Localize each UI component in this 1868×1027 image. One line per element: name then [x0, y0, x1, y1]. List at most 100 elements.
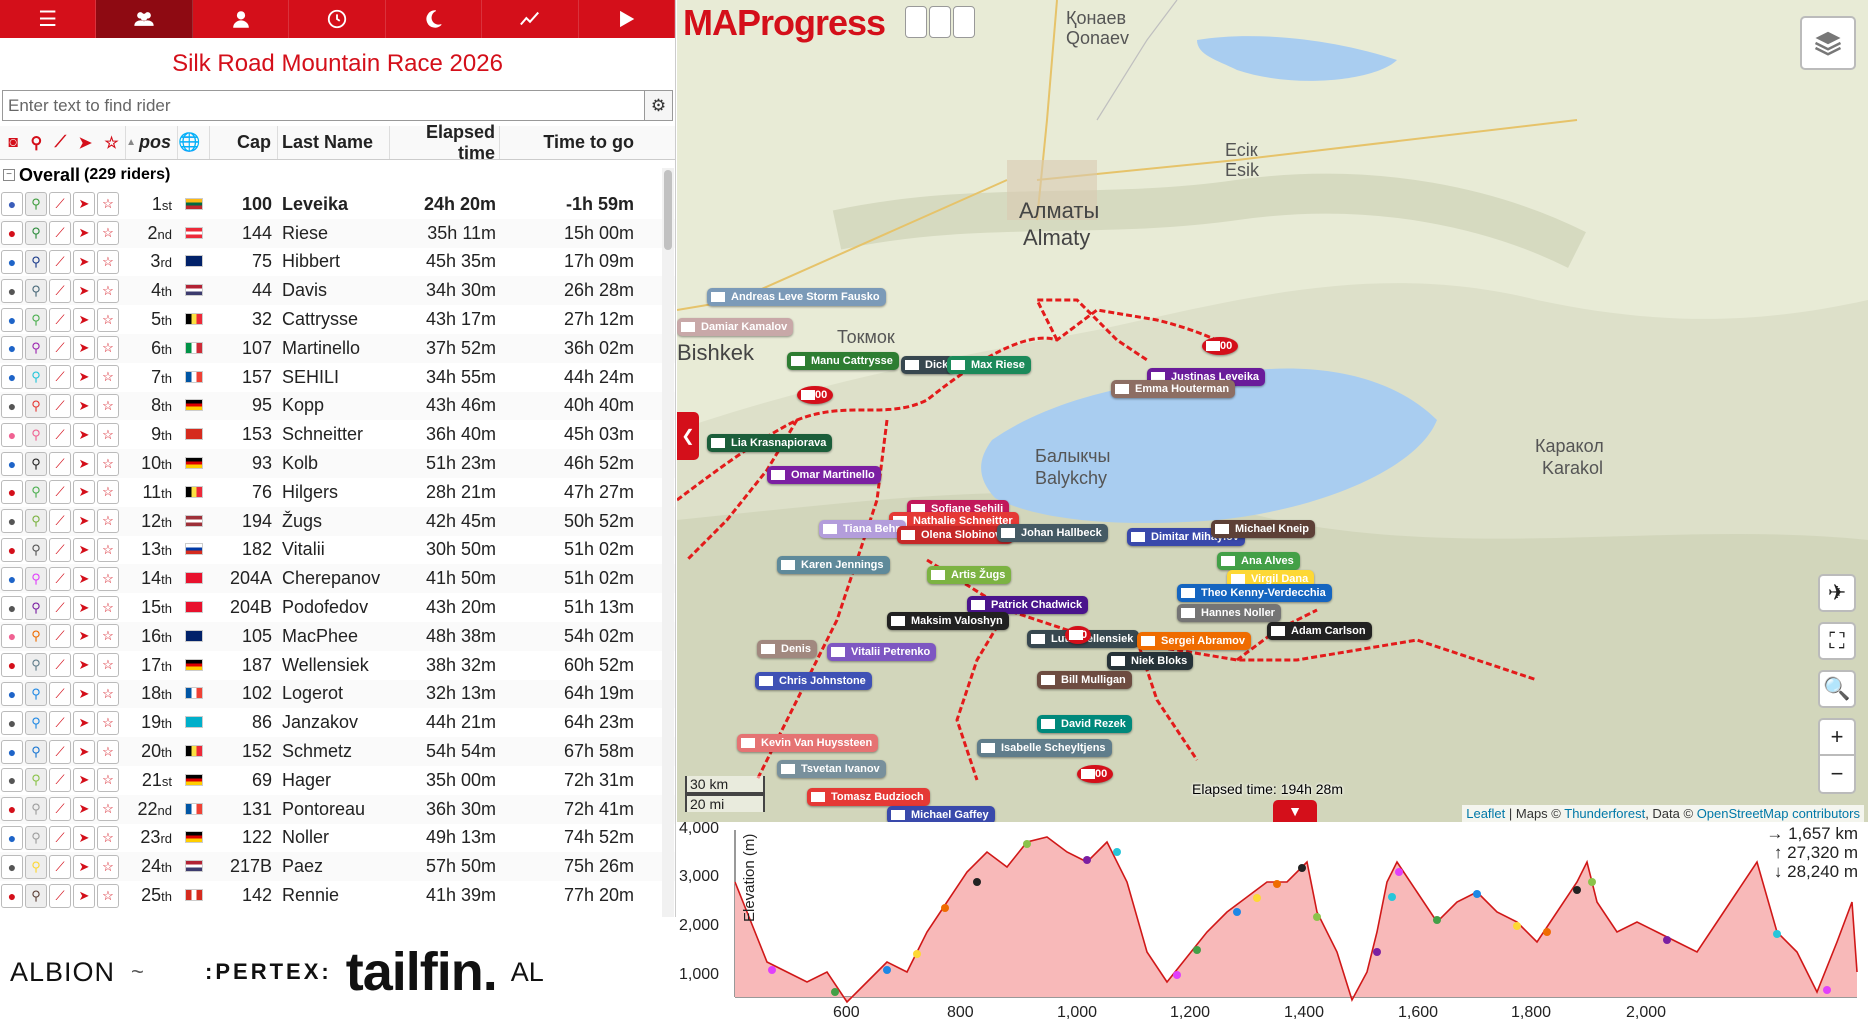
rider-row[interactable]: ● ⚲ ⟋ ➤ ☆ 18th 102 Logerot 32h 13m 64h 1… [0, 679, 675, 709]
rider-elevation-dot[interactable] [941, 904, 949, 912]
sponsor-albion[interactable]: ALBION [10, 957, 115, 988]
map-pin-icon[interactable]: ⚲ [25, 336, 47, 361]
elevation-profile[interactable]: 4,000 3,000 2,000 1,000 Elevation (m) 60… [677, 820, 1868, 1027]
elevation-chart-icon[interactable]: ⟋ [49, 451, 71, 476]
rider-elevation-dot[interactable] [1253, 894, 1261, 902]
favorite-star-icon[interactable]: ☆ [97, 710, 119, 735]
rider-row[interactable]: ● ⚲ ⟋ ➤ ☆ 7th 157 SEHILI 34h 55m 44h 24m [0, 363, 675, 392]
rider-last-name[interactable]: SEHILI [278, 367, 390, 388]
rider-map-tag[interactable]: Karen Jennings [777, 556, 890, 574]
map-pin-icon[interactable]: ⚲ [25, 797, 47, 822]
elevation-chart-icon[interactable]: ⟋ [49, 883, 71, 908]
map-pin-icon[interactable]: ⚲ [25, 595, 47, 620]
elevation-chart-icon[interactable]: ⟋ [49, 566, 71, 591]
locate-arrow-icon[interactable]: ➤ [73, 249, 95, 274]
rider-last-name[interactable]: Cattrysse [278, 309, 390, 330]
sponsor-route-logo[interactable]: ~ [131, 959, 201, 985]
rider-row[interactable]: ● ⚲ ⟋ ➤ ☆ 2nd 144 Riese 35h 11m 15h 00m [0, 218, 675, 248]
locate-arrow-icon[interactable]: ➤ [73, 537, 95, 562]
favorite-star-icon[interactable]: ☆ [97, 768, 119, 793]
map-pin-icon[interactable]: ⚲ [25, 883, 47, 908]
locate-arrow-icon[interactable]: ➤ [73, 595, 95, 620]
map-pin-icon[interactable]: ⚲ [25, 480, 47, 505]
elevation-chart-icon[interactable]: ⟋ [49, 509, 71, 534]
rider-elevation-dot[interactable] [1513, 922, 1521, 930]
elevation-chart-icon[interactable]: ⟋ [49, 221, 71, 246]
rider-type-icon[interactable]: ● [1, 192, 23, 217]
favorite-star-icon[interactable]: ☆ [97, 393, 119, 418]
locate-arrow-icon[interactable]: ➤ [73, 825, 95, 850]
elevation-chart-icon[interactable]: ⟋ [49, 422, 71, 447]
maprogress-logo[interactable]: MAProgress [683, 2, 886, 44]
star-icon[interactable]: ☆ [104, 133, 118, 153]
map-pin-icon[interactable]: ⚲ [25, 451, 47, 476]
locate-arrow-icon[interactable]: ➤ [73, 509, 95, 534]
favorite-star-icon[interactable]: ☆ [97, 509, 119, 534]
elevation-chart-icon[interactable]: ⟋ [49, 278, 71, 303]
map-pin-icon[interactable]: ⚲ [25, 825, 47, 850]
zoom-search-icon[interactable]: 🔍 [1818, 670, 1856, 708]
elevation-chart-icon[interactable]: ⟋ [49, 624, 71, 649]
rider-type-icon[interactable]: ● [1, 509, 23, 534]
rider-elevation-dot[interactable] [883, 966, 891, 974]
rider-elevation-dot[interactable] [1388, 893, 1396, 901]
zoom-in-button[interactable]: + [1818, 718, 1856, 756]
locate-arrow-icon[interactable]: ➤ [73, 451, 95, 476]
rider-elevation-dot[interactable] [1298, 864, 1306, 872]
rider-type-icon[interactable]: ● [1, 480, 23, 505]
header-elapsed[interactable]: Elapsed time [390, 122, 500, 163]
rider-last-name[interactable]: Paez [278, 856, 390, 877]
collapse-icon[interactable]: − [3, 169, 15, 181]
locate-arrow-icon[interactable]: ➤ [73, 480, 95, 505]
locate-arrow-icon[interactable]: ➤ [73, 307, 95, 332]
overall-group-header[interactable]: − Overall (229 riders) [0, 160, 675, 190]
rider-elevation-dot[interactable] [768, 966, 776, 974]
rider-last-name[interactable]: Rennie [278, 885, 390, 906]
map-pin-icon[interactable]: ⚲ [25, 854, 47, 879]
map-pin-icon[interactable]: ⚲ [25, 509, 47, 534]
rider-map-tag[interactable]: Lia Krasnapiorava [707, 434, 833, 452]
elevation-chart-icon[interactable]: ⟋ [49, 739, 71, 764]
arrow-icon[interactable]: ➤ [78, 133, 91, 153]
rider-row[interactable]: ● ⚲ ⟋ ➤ ☆ 5th 32 Cattrysse 43h 17m 27h 1… [0, 305, 675, 334]
favorite-star-icon[interactable]: ☆ [97, 883, 119, 908]
rider-type-icon[interactable]: ● [1, 883, 23, 908]
rider-row[interactable]: ● ⚲ ⟋ ➤ ☆ 24th 217B Paez 57h 50m 75h 26m [0, 852, 675, 882]
elevation-chart-icon[interactable]: ⟋ [49, 307, 71, 332]
locate-arrow-icon[interactable]: ➤ [73, 192, 95, 217]
rider-type-icon[interactable]: ● [1, 307, 23, 332]
map-pin-icon[interactable]: ⚲ [25, 710, 47, 735]
rider-map-tag[interactable]: Manu Cattrysse [787, 352, 899, 370]
locate-arrow-icon[interactable]: ➤ [73, 710, 95, 735]
rider-elevation-dot[interactable] [1433, 916, 1441, 924]
thunderforest-link[interactable]: Thunderforest [1564, 806, 1645, 821]
locate-arrow-icon[interactable]: ➤ [73, 422, 95, 447]
favorite-star-icon[interactable]: ☆ [97, 451, 119, 476]
settings-gear-icon[interactable]: ⚙ [645, 90, 673, 121]
rider-elevation-dot[interactable] [1588, 878, 1596, 886]
rider-type-icon[interactable]: ● [1, 624, 23, 649]
rider-elevation-dot[interactable] [1573, 886, 1581, 894]
rider-last-name[interactable]: Janzakov [278, 712, 390, 733]
map-pin-icon[interactable]: ⚲ [25, 192, 47, 217]
menu-icon[interactable]: ☰ [0, 0, 97, 38]
rider-last-name[interactable]: Podofedov [278, 597, 390, 618]
race-map[interactable]: MAProgress Қонаев Qonaev Есік Esik Алмат… [677, 0, 1868, 822]
rider-map-tag[interactable]: Hannes Noller [1177, 604, 1281, 622]
rider-map-tag[interactable]: Kevin Van Huyssteen [737, 734, 879, 752]
header-country-globe-icon[interactable]: 🌐 [178, 126, 210, 159]
locate-arrow-icon[interactable]: ➤ [73, 739, 95, 764]
rider-list-scrollbar[interactable] [662, 168, 674, 920]
locate-arrow-icon[interactable]: ➤ [73, 365, 95, 390]
rider-map-tag[interactable]: Andreas Leve Storm Fausko [707, 288, 886, 306]
header-pos[interactable]: ▲ pos [126, 126, 178, 159]
fullscreen-icon[interactable]: ⛶ [1818, 622, 1856, 660]
rider-elevation-dot[interactable] [1543, 928, 1551, 936]
rider-elevation-dot[interactable] [913, 950, 921, 958]
rider-last-name[interactable]: Kopp [278, 395, 390, 416]
rider-row[interactable]: ● ⚲ ⟋ ➤ ☆ 9th 153 Schneitter 36h 40m 45h… [0, 420, 675, 449]
favorite-star-icon[interactable]: ☆ [97, 624, 119, 649]
map-pin-icon[interactable]: ⚲ [25, 365, 47, 390]
rider-row[interactable]: ● ⚲ ⟋ ➤ ☆ 8th 95 Kopp 43h 46m 40h 40m [0, 391, 675, 421]
map-pin-icon[interactable]: ⚲ [25, 278, 47, 303]
